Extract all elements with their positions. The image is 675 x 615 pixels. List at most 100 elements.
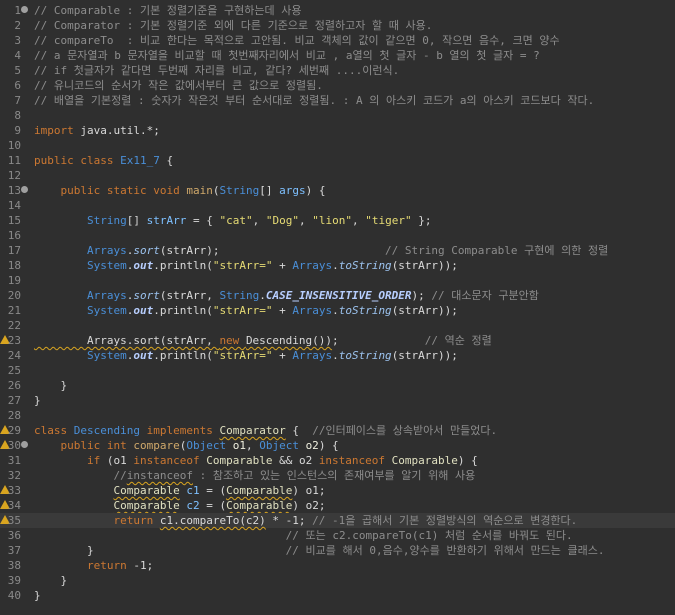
- code-text[interactable]: System.out.println("strArr=" + Arrays.to…: [34, 348, 458, 363]
- code-line[interactable]: 6 // 유니코드의 순서가 작은 값에서부터 큰 값으로 정렬됨.: [0, 78, 675, 93]
- fold-toggle-icon[interactable]: [21, 186, 28, 193]
- code-line[interactable]: 35 return c1.compareTo(c2) * -1; // -1을 …: [0, 513, 675, 528]
- line-number: 27: [7, 394, 21, 407]
- code-editor[interactable]: 1 // Comparable : 기본 정렬기준을 구현하는데 사용 2 // Co…: [0, 0, 675, 615]
- code-text[interactable]: Comparable c1 = (Comparable) o1;: [34, 483, 325, 498]
- code-line[interactable]: 32 //instanceof : 참조하고 있는 인스턴스의 존재여부를 알기…: [0, 468, 675, 483]
- code-token: "strArr=": [212, 349, 273, 362]
- code-line[interactable]: 28: [0, 408, 675, 423]
- code-line[interactable]: 39 }: [0, 573, 675, 588]
- code-line[interactable]: 17 Arrays.sort(strArr); // String Compar…: [0, 243, 675, 258]
- code-token: c2: [186, 499, 200, 512]
- code-token: c1.compareTo(c2): [159, 514, 266, 527]
- code-line[interactable]: 38 return -1;: [0, 558, 675, 573]
- code-line[interactable]: 23 Arrays.sort(strArr, new Descending())…: [0, 333, 675, 348]
- code-line[interactable]: 3 // compareTo : 비교 한다는 목적으로 고안됨. 비교 객체의 …: [0, 33, 675, 48]
- code-line[interactable]: 21 System. out.println("strArr=" + Arrays…: [0, 303, 675, 318]
- code-token: instanceof: [318, 454, 392, 467]
- code-text[interactable]: // 또는 c2.compareTo(c1) 처럼 순서를 바꿔도 된다.: [34, 528, 573, 543]
- code-line[interactable]: 18 System. out.println("strArr=" + Arrays…: [0, 258, 675, 273]
- code-token: "strArr=": [212, 304, 273, 317]
- code-line[interactable]: 40}: [0, 588, 675, 603]
- code-token: // 배열을 기본정렬 : 숫자가 작은것 부터 순서대로 정렬됨. : A 의…: [34, 94, 595, 107]
- code-text[interactable]: }: [34, 393, 41, 408]
- code-text[interactable]: // a 문자열과 b 문자열을 비교할 때 첫번째자리에서 비교 , a열의 …: [34, 48, 540, 63]
- code-text[interactable]: Comparable c2 = (Comparable) o2;: [34, 498, 325, 513]
- code-line[interactable]: 29 class Descending implements Comparator…: [0, 423, 675, 438]
- code-line[interactable]: 26 }: [0, 378, 675, 393]
- code-line[interactable]: 4 // a 문자열과 b 문자열을 비교할 때 첫번째자리에서 비교 , a열의…: [0, 48, 675, 63]
- code-text[interactable]: public int compare(Object o1, Object o2)…: [34, 438, 339, 453]
- code-line[interactable]: 11 public class Ex11_7 {: [0, 153, 675, 168]
- code-text[interactable]: // if 첫글자가 같다면 두번째 자리를 비교, 같다? 세번째 ....이…: [34, 63, 399, 78]
- line-number: 10: [7, 139, 21, 152]
- code-line[interactable]: 31 if (o1 instanceof Comparable && o2 in…: [0, 453, 675, 468]
- code-line[interactable]: 15 String[] strArr = { "cat", "Dog", "li…: [0, 213, 675, 228]
- code-line[interactable]: 25: [0, 363, 675, 378]
- code-token: String: [219, 184, 260, 197]
- code-token: = (: [199, 499, 227, 512]
- code-line[interactable]: 1 // Comparable : 기본 정렬기준을 구현하는데 사용: [0, 3, 675, 18]
- code-line[interactable]: 36 // 또는 c2.compareTo(c1) 처럼 순서를 바꿔도 된다.: [0, 528, 675, 543]
- code-text[interactable]: return c1.compareTo(c2) * -1; // -1을 곱해서…: [34, 513, 577, 528]
- code-line[interactable]: 24 System. out.println("strArr=" + Arrays…: [0, 348, 675, 363]
- code-text[interactable]: import java.util.*;: [34, 123, 160, 138]
- code-text[interactable]: }: [34, 573, 67, 588]
- line-number: 35: [7, 514, 21, 527]
- code-token: ,: [245, 439, 260, 452]
- fold-toggle-icon[interactable]: [21, 441, 28, 448]
- code-line[interactable]: 33 Comparable c1 = (Comparable) o1;: [0, 483, 675, 498]
- code-line[interactable]: 9 import java.util.*;: [0, 123, 675, 138]
- code-line[interactable]: 22: [0, 318, 675, 333]
- code-text[interactable]: Arrays.sort(strArr, new Descending()); /…: [34, 333, 492, 348]
- code-line[interactable]: 8: [0, 108, 675, 123]
- line-number: 30: [7, 439, 21, 452]
- code-line[interactable]: 5 // if 첫글자가 같다면 두번째 자리를 비교, 같다? 세번째 ....…: [0, 63, 675, 78]
- code-line[interactable]: 16: [0, 228, 675, 243]
- code-text[interactable]: // 유니코드의 순서가 작은 값에서부터 큰 값으로 정렬됨.: [34, 78, 323, 93]
- code-line[interactable]: 12: [0, 168, 675, 183]
- code-text[interactable]: Arrays.sort(strArr); // String Comparabl…: [34, 243, 608, 258]
- code-line[interactable]: 2 // Comparator : 기본 정렬기준 외에 다른 기준으로 정렬하고…: [0, 18, 675, 33]
- code-token: Comparable: [113, 484, 180, 497]
- line-number: 20: [7, 289, 21, 302]
- code-text[interactable]: } // 비교를 해서 0,음수,양수를 반환하기 위해서 만드는 클래스.: [34, 543, 605, 558]
- code-text[interactable]: System.out.println("strArr=" + Arrays.to…: [34, 258, 458, 273]
- code-text[interactable]: return -1;: [34, 558, 153, 573]
- code-token: // -1을 곱해서 기본 정렬방식의 역순으로 변경한다.: [312, 514, 578, 527]
- code-line[interactable]: 14: [0, 198, 675, 213]
- code-line[interactable]: 7 // 배열을 기본정렬 : 숫자가 작은것 부터 순서대로 정렬됨. : A …: [0, 93, 675, 108]
- code-text[interactable]: public class Ex11_7 {: [34, 153, 173, 168]
- line-number: 39: [7, 574, 21, 587]
- code-line[interactable]: 27}: [0, 393, 675, 408]
- line-number: 13: [7, 184, 21, 197]
- code-token: implements: [146, 424, 220, 437]
- code-token: (strArr));: [391, 259, 458, 272]
- code-line[interactable]: 19: [0, 273, 675, 288]
- code-text[interactable]: public static void main(String[] args) {: [34, 183, 326, 198]
- code-text[interactable]: // 배열을 기본정렬 : 숫자가 작은것 부터 순서대로 정렬됨. : A 의…: [34, 93, 594, 108]
- code-text[interactable]: }: [34, 378, 67, 393]
- code-text[interactable]: if (o1 instanceof Comparable && o2 insta…: [34, 453, 478, 468]
- code-text[interactable]: Arrays.sort(strArr, String.CASE_INSENSIT…: [34, 288, 539, 303]
- code-text[interactable]: //instanceof : 참조하고 있는 인스턴스의 존재여부를 알기 위해…: [34, 468, 475, 483]
- code-line[interactable]: 20 Arrays.sort(strArr, String.CASE_INSEN…: [0, 288, 675, 303]
- code-line[interactable]: 37 } // 비교를 해서 0,음수,양수를 반환하기 위해서 만드는 클래스…: [0, 543, 675, 558]
- code-token: Arrays: [86, 244, 127, 257]
- code-text[interactable]: // Comparator : 기본 정렬기준 외에 다른 기준으로 정렬하고자…: [34, 18, 432, 33]
- code-line[interactable]: 10: [0, 138, 675, 153]
- code-line[interactable]: 34 Comparable c2 = (Comparable) o2;: [0, 498, 675, 513]
- code-token: // 역순 정렬: [424, 334, 492, 347]
- code-text[interactable]: // compareTo : 비교 한다는 목적으로 고안됨. 비교 객체의 값…: [34, 33, 560, 48]
- code-text[interactable]: System.out.println("strArr=" + Arrays.to…: [34, 303, 458, 318]
- code-text[interactable]: String[] strArr = { "cat", "Dog", "lion"…: [34, 213, 431, 228]
- code-line[interactable]: 13 public static void main(String[] args…: [0, 183, 675, 198]
- code-text[interactable]: class Descending implements Comparator {…: [34, 423, 497, 438]
- code-line[interactable]: 30 public int compare(Object o1, Object …: [0, 438, 675, 453]
- fold-toggle-icon[interactable]: [21, 6, 28, 13]
- code-text[interactable]: // Comparable : 기본 정렬기준을 구현하는데 사용: [34, 3, 302, 18]
- code-text[interactable]: }: [34, 588, 41, 603]
